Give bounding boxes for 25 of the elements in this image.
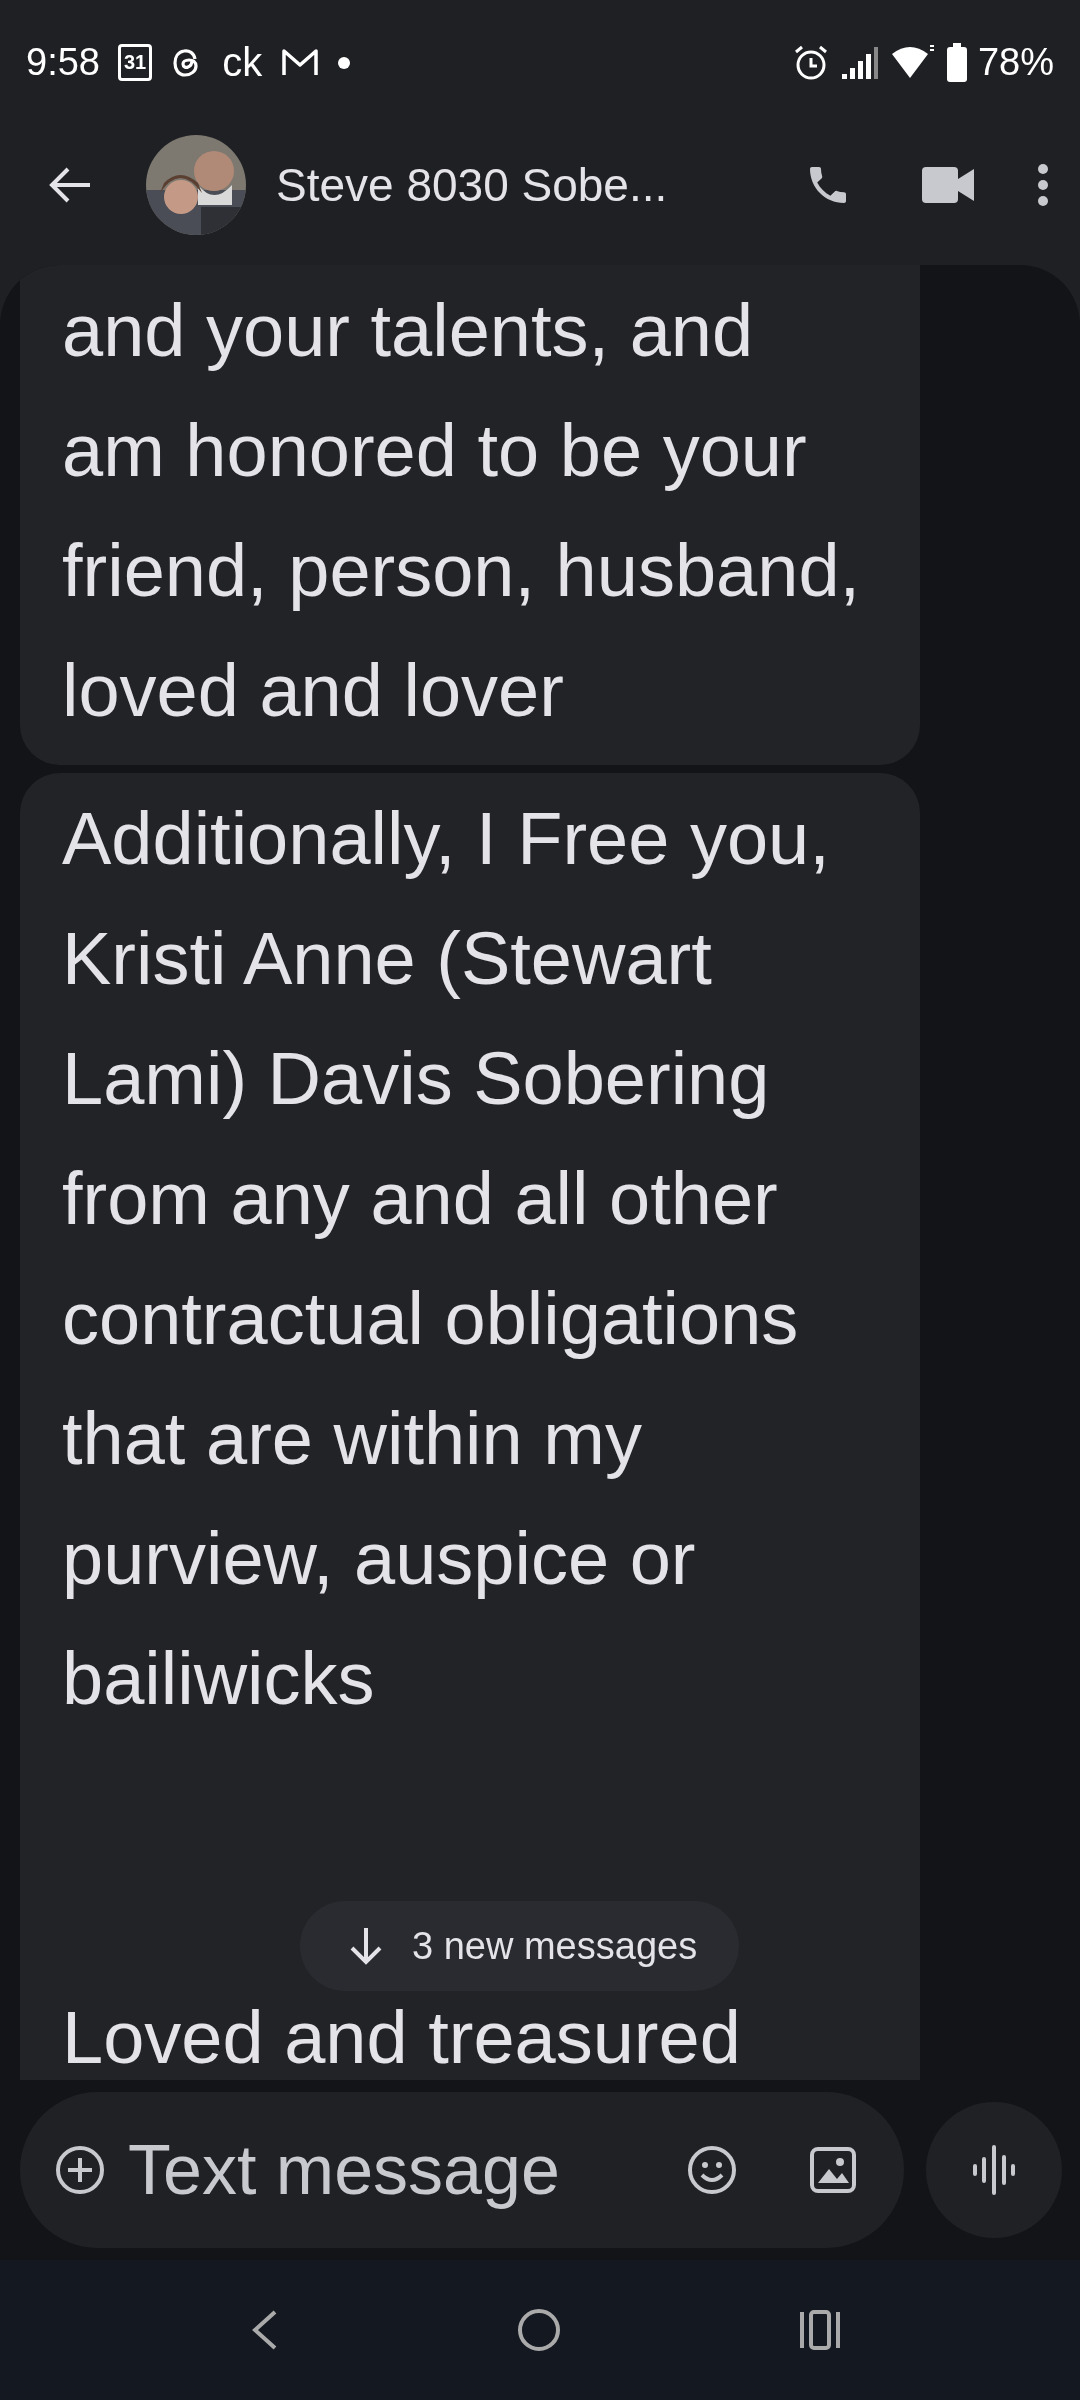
recents-nav-icon[interactable] xyxy=(799,2310,841,2350)
new-messages-button[interactable]: 3 new messages xyxy=(300,1901,740,1991)
back-icon[interactable] xyxy=(48,165,92,205)
message-text: and your talents, and am honored to be your friend, person, husband, loved and lover xyxy=(62,288,862,734)
home-nav-icon[interactable] xyxy=(517,2308,561,2352)
down-arrow-icon xyxy=(348,1926,384,1966)
add-icon[interactable] xyxy=(54,2144,106,2196)
calendar-icon: 31 xyxy=(117,44,153,81)
message-field[interactable]: Text message xyxy=(20,2092,904,2248)
signal-icon xyxy=(839,44,880,81)
battery-icon xyxy=(945,42,968,83)
video-call-icon[interactable] xyxy=(922,165,976,205)
message-text: Loved and treasured xyxy=(62,1996,742,2080)
contact-name[interactable]: Steve 8030 Sobe... xyxy=(276,158,804,212)
dot-icon xyxy=(338,56,351,69)
clock-time: 9:58 xyxy=(26,41,100,84)
text-message-field[interactable]: Text message xyxy=(128,2130,664,2210)
notification-app-text: ck xyxy=(222,40,263,85)
message-text: Additionally, I Free you, Kristi Anne (Stewart Lami) Davis Sobering from any and all other contractual obligations that are within my purview, auspice or bailiwicks xyxy=(62,796,831,1722)
gallery-icon[interactable] xyxy=(810,2147,856,2193)
more-options-icon[interactable] xyxy=(1036,163,1050,207)
waveform-icon xyxy=(972,2145,1016,2195)
battery-percent: 78% xyxy=(977,41,1054,84)
message-bubble[interactable]: and your talents, and am honored to be your friend, person, husband, loved and lover xyxy=(20,265,920,765)
emoji-icon[interactable] xyxy=(686,2144,738,2196)
